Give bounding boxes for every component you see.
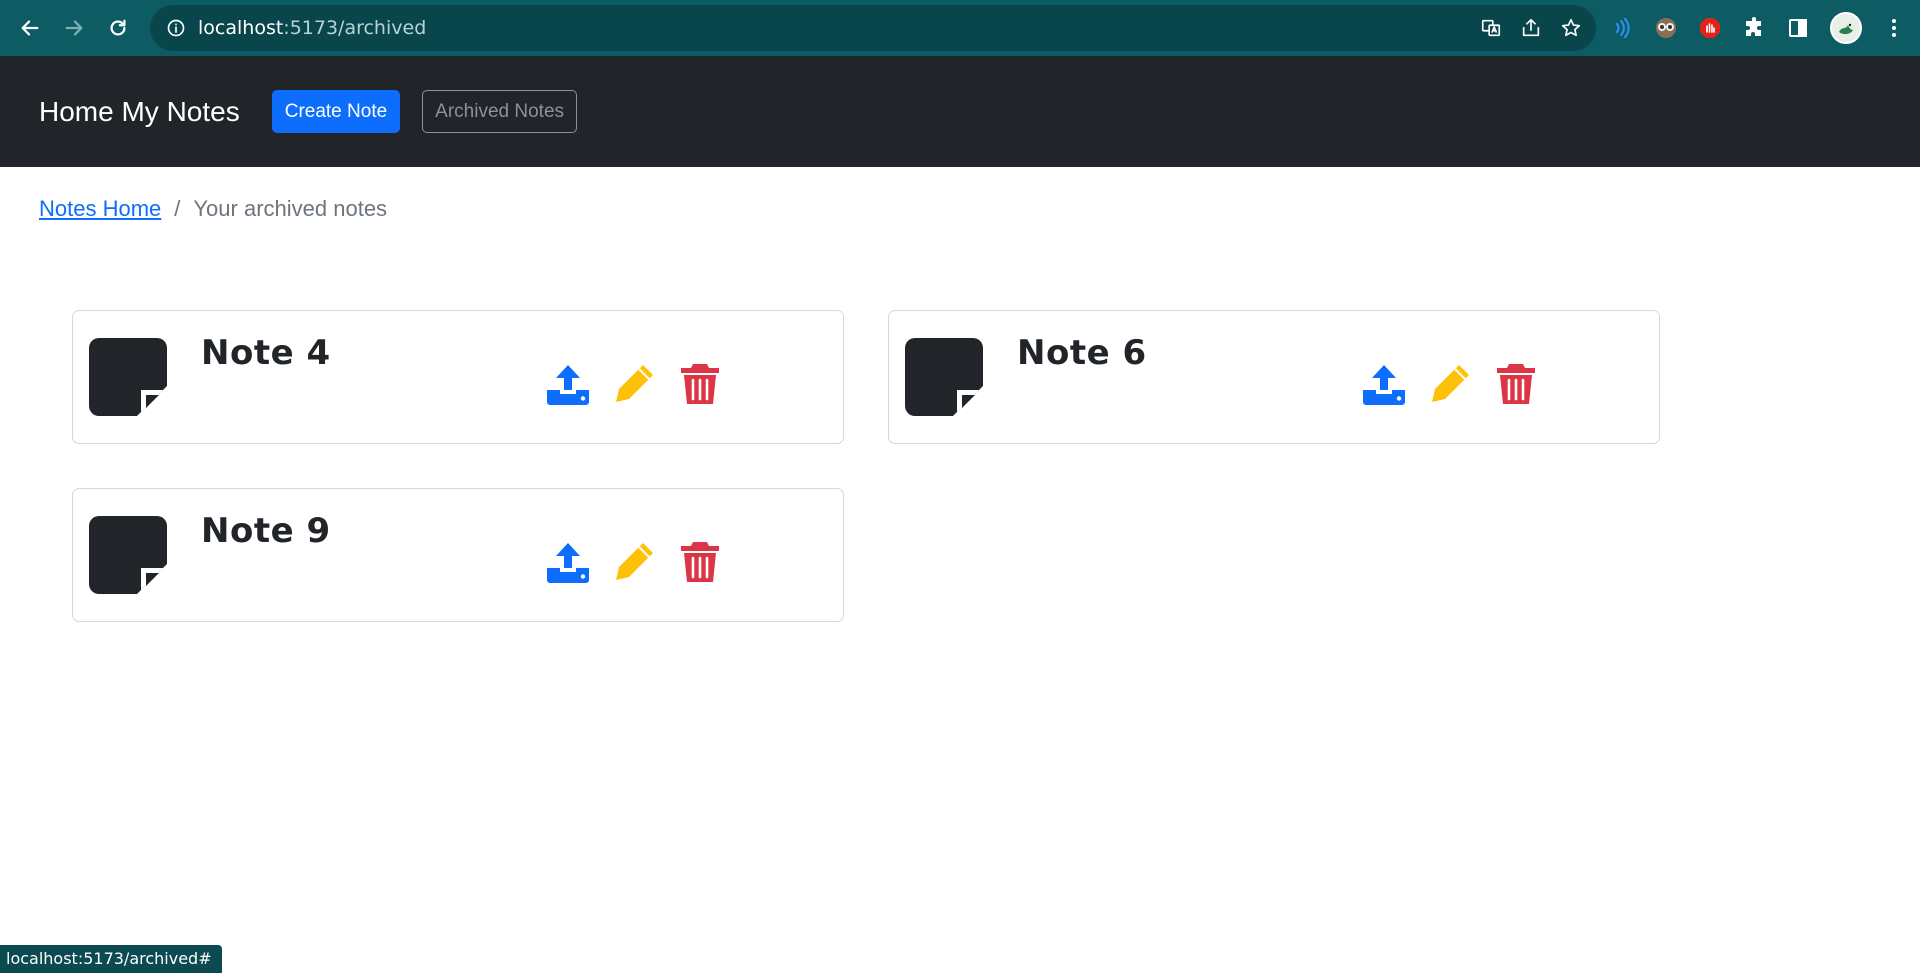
note-title: Note 4 xyxy=(201,333,331,373)
profile-avatar[interactable] xyxy=(1830,12,1862,44)
forward-button[interactable] xyxy=(52,6,96,50)
delete-button[interactable] xyxy=(1493,361,1539,407)
side-panel-icon xyxy=(1789,19,1807,37)
arrow-left-icon xyxy=(21,20,39,36)
address-bar[interactable]: localhost:5173/archived xyxy=(150,5,1596,51)
pencil-icon xyxy=(616,365,653,402)
info-icon[interactable] xyxy=(166,18,186,38)
sound-waves-icon xyxy=(1615,17,1630,39)
link-status-bar: localhost:5173/archived# xyxy=(0,945,222,973)
star-icon[interactable] xyxy=(1560,17,1582,39)
puzzle-icon xyxy=(1746,17,1761,36)
sticky-note-icon xyxy=(89,338,167,416)
breadcrumb-separator: / xyxy=(174,196,181,221)
url-path: :5173/archived xyxy=(283,17,427,39)
breadcrumb: Notes Home / Your archived notes xyxy=(39,196,387,222)
reload-icon xyxy=(110,19,126,36)
note-actions xyxy=(545,539,723,585)
brand-link[interactable]: Home My Notes xyxy=(39,96,240,128)
unarchive-button[interactable] xyxy=(545,361,591,407)
kebab-menu-icon xyxy=(1892,19,1896,37)
delete-button[interactable] xyxy=(677,539,723,585)
upload-icon xyxy=(547,543,589,583)
url-host: localhost xyxy=(198,17,284,39)
extension-audio[interactable] xyxy=(1610,16,1634,40)
omnibox-actions xyxy=(1480,5,1582,51)
unarchive-button[interactable] xyxy=(1361,361,1407,407)
extensions-button[interactable] xyxy=(1742,16,1766,40)
note-title: Note 6 xyxy=(1017,333,1147,373)
note-actions xyxy=(1361,361,1539,407)
back-button[interactable] xyxy=(8,6,52,50)
url-text[interactable]: localhost:5173/archived xyxy=(198,17,426,39)
archived-notes-button[interactable]: Archived Notes xyxy=(422,90,578,133)
breadcrumb-current: Your archived notes xyxy=(193,196,388,221)
app-navbar: Home My Notes Create Note Archived Notes xyxy=(0,56,1920,167)
trash-icon xyxy=(1497,364,1535,404)
profile-icon xyxy=(1839,23,1853,35)
pencil-icon xyxy=(616,543,653,580)
sticky-note-icon xyxy=(905,338,983,416)
sticky-note-icon xyxy=(89,516,167,594)
extension-adblock[interactable] xyxy=(1698,16,1722,40)
stop-hand-icon xyxy=(1700,18,1720,38)
note-card: Note 6 xyxy=(888,310,1660,444)
arrow-right-icon xyxy=(65,20,83,36)
edit-button[interactable] xyxy=(611,539,657,585)
trash-icon xyxy=(681,364,719,404)
breadcrumb-home-link[interactable]: Notes Home xyxy=(39,196,161,222)
trash-icon xyxy=(681,542,719,582)
upload-icon xyxy=(547,365,589,405)
edit-button[interactable] xyxy=(611,361,657,407)
menu-button[interactable] xyxy=(1882,16,1906,40)
note-actions xyxy=(545,361,723,407)
create-note-button[interactable]: Create Note xyxy=(271,90,401,133)
extension-owl[interactable] xyxy=(1654,16,1678,40)
upload-icon xyxy=(1363,365,1405,405)
delete-button[interactable] xyxy=(677,361,723,407)
note-card: Note 9 xyxy=(72,488,844,622)
unarchive-button[interactable] xyxy=(545,539,591,585)
share-icon[interactable] xyxy=(1520,17,1542,39)
reload-button[interactable] xyxy=(96,6,140,50)
side-panel-button[interactable] xyxy=(1786,16,1810,40)
extensions-bar xyxy=(1610,6,1906,50)
browser-toolbar: localhost:5173/archived xyxy=(0,0,1920,56)
edit-button[interactable] xyxy=(1427,361,1473,407)
note-card: Note 4 xyxy=(72,310,844,444)
note-title: Note 9 xyxy=(201,511,331,551)
pencil-icon xyxy=(1432,365,1469,402)
owl-icon xyxy=(1656,18,1676,38)
translate-icon[interactable] xyxy=(1480,17,1502,39)
